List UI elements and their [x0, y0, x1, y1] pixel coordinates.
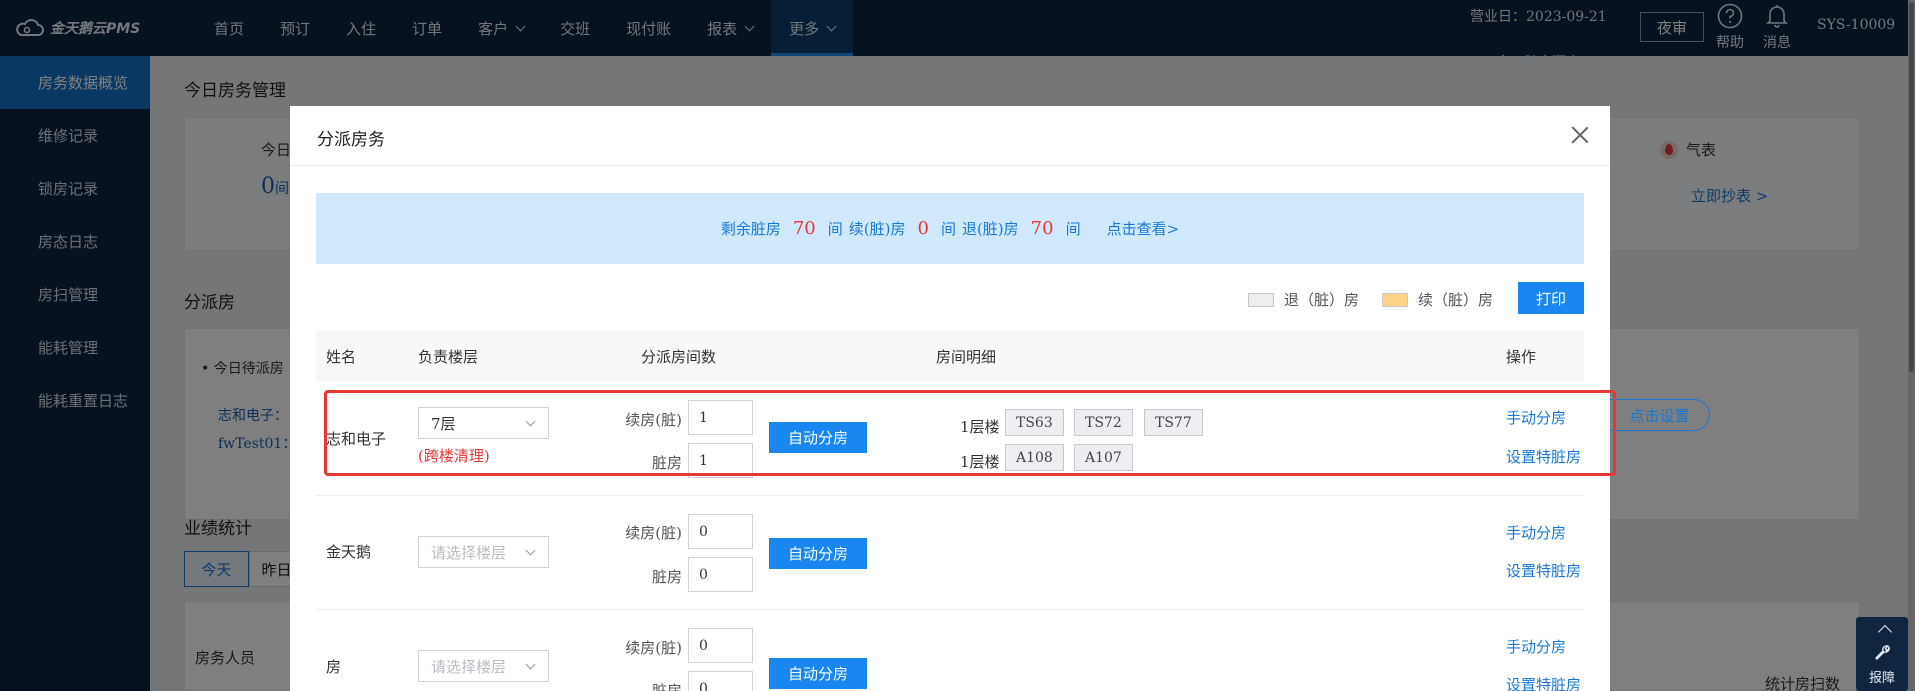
continue-swatch	[1382, 292, 1408, 307]
chevron-down-icon	[525, 545, 536, 556]
checkout-dirty-label: 退(脏)房	[961, 220, 1019, 238]
click-setting-button[interactable]: 点击设置	[1610, 399, 1710, 431]
staff-name: 房	[326, 658, 342, 676]
col-op: 操作	[1506, 348, 1537, 366]
table-row: 金天鹅 请选择楼层 续房(脏) 0 脏房 0 自动分房 手动分房 设置特脏房	[316, 496, 1584, 610]
continue-dirty-input[interactable]: 0	[688, 514, 753, 549]
floor-select[interactable]: 请选择楼层	[418, 650, 549, 682]
table-row: 房 请选择楼层 续房(脏) 0 脏房 0 自动分房 手动分房 设置特脏房	[316, 610, 1584, 691]
manual-assign-link[interactable]: 手动分房	[1506, 636, 1566, 657]
auto-assign-button[interactable]: 自动分房	[769, 658, 867, 689]
col-floor: 负责楼层	[418, 348, 479, 366]
unit-label: 间	[1065, 220, 1081, 238]
floor-select-placeholder: 请选择楼层	[431, 543, 507, 562]
col-name: 姓名	[326, 348, 357, 366]
floor-select-placeholder: 请选择楼层	[431, 657, 507, 676]
continue-dirty-label: 续房(脏)	[625, 639, 682, 657]
col-count: 分派房间数	[641, 348, 717, 366]
unit-label: 间	[827, 220, 843, 238]
modal-header: 分派房务	[290, 106, 1610, 166]
table-header: 姓名 负责楼层 分派房间数 房间明细 操作	[316, 330, 1584, 382]
set-special-dirty-link[interactable]: 设置特脏房	[1506, 560, 1581, 581]
legend-label: 续（脏）房	[1418, 291, 1494, 309]
legend-label: 退（脏）房	[1284, 291, 1360, 309]
legend-checkout-dirty: 退（脏）房	[1248, 289, 1359, 310]
set-special-dirty-link[interactable]: 设置特脏房	[1506, 674, 1581, 691]
dirty-input[interactable]: 0	[688, 671, 753, 691]
modal-title: 分派房务	[317, 130, 385, 150]
fault-report-panel[interactable]: 报障	[1856, 617, 1908, 691]
continue-dirty-label: 续房(脏)	[625, 524, 682, 542]
continue-dirty-count: 0	[917, 218, 929, 239]
highlight-box	[324, 390, 1616, 476]
auto-assign-button[interactable]: 自动分房	[769, 538, 867, 569]
close-icon[interactable]	[1569, 124, 1591, 146]
checkout-swatch	[1248, 292, 1274, 307]
unit-label: 间	[940, 220, 956, 238]
dirty-label: 脏房	[651, 568, 682, 586]
chevron-up-icon[interactable]	[1877, 624, 1892, 640]
dirty-label: 脏房	[651, 682, 682, 691]
floor-select[interactable]: 请选择楼层	[418, 536, 549, 568]
col-detail: 房间明细	[936, 348, 997, 366]
checkout-dirty-count: 70	[1030, 218, 1054, 239]
wrench-icon	[1875, 645, 1890, 660]
fault-report-label: 报障	[1868, 671, 1895, 686]
continue-dirty-label: 续(脏)房	[848, 220, 906, 238]
legend-continue-dirty: 续（脏）房	[1382, 289, 1493, 310]
manual-assign-link[interactable]: 手动分房	[1506, 522, 1566, 543]
print-button[interactable]: 打印	[1518, 282, 1584, 314]
staff-name: 金天鹅	[326, 543, 372, 561]
remain-dirty-count: 70	[792, 218, 816, 239]
chevron-down-icon	[525, 659, 536, 670]
view-details-link[interactable]: 点击查看>	[1107, 218, 1180, 239]
click-setting-label: 点击设置	[1629, 406, 1690, 425]
continue-dirty-input[interactable]: 0	[688, 628, 753, 663]
dirty-input[interactable]: 0	[688, 557, 753, 592]
remain-dirty-label: 剩余脏房	[720, 220, 781, 238]
dirty-room-summary-banner: 剩余脏房 70 间 续(脏)房 0 间 退(脏)房 70 间 点击查看>	[316, 193, 1584, 264]
